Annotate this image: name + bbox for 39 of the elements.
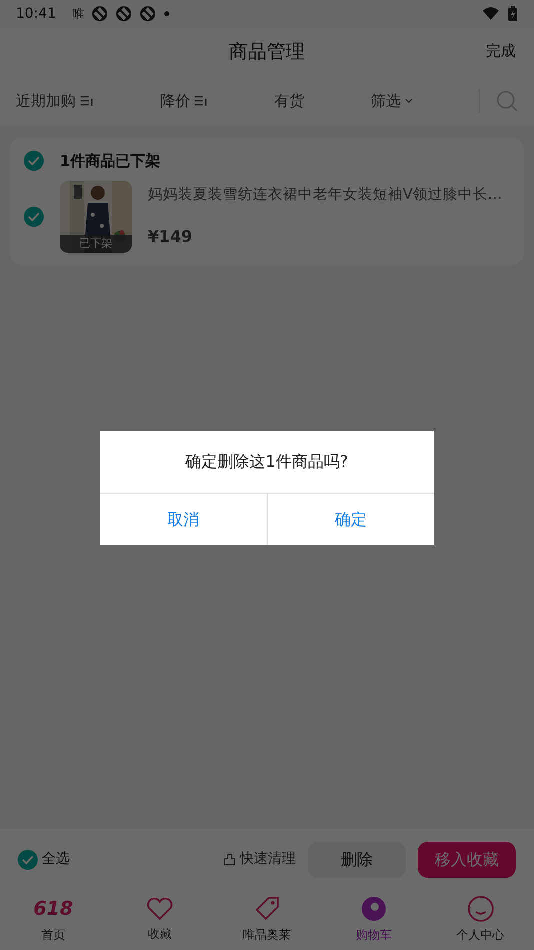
select-all-label: 全选 bbox=[42, 850, 70, 869]
search-icon[interactable] bbox=[496, 90, 518, 112]
sort-icon bbox=[80, 95, 94, 107]
status-time: 10:41 bbox=[16, 4, 56, 24]
app-icon bbox=[140, 6, 156, 22]
status-badge: 已下架 bbox=[60, 234, 132, 252]
app-icon bbox=[116, 6, 132, 22]
group-title: 1件商品已下架 bbox=[60, 151, 160, 172]
tab-item[interactable]: 个人中心 bbox=[427, 896, 534, 944]
done-link[interactable]: 完成 bbox=[486, 40, 516, 62]
tab-item[interactable]: 收藏 bbox=[106, 897, 214, 943]
checkbox[interactable] bbox=[18, 850, 38, 870]
page-title: 商品管理 bbox=[229, 40, 305, 65]
product-price: ¥149 bbox=[148, 226, 194, 248]
tab-item[interactable]: 购物车 bbox=[320, 896, 428, 944]
checkbox[interactable] bbox=[24, 151, 44, 172]
battery-icon bbox=[508, 6, 518, 22]
checkbox[interactable] bbox=[24, 206, 44, 226]
checkmark-icon bbox=[28, 212, 40, 222]
logo-text: 618 bbox=[34, 897, 74, 922]
checkmark-icon bbox=[28, 156, 40, 166]
delete-button[interactable]: 删除 bbox=[308, 842, 406, 878]
sort-icon bbox=[194, 95, 208, 107]
quick-clean-link[interactable]: 快速清理 bbox=[224, 849, 296, 870]
tab-item[interactable]: 唯品奥莱 bbox=[214, 896, 320, 944]
wifi-icon bbox=[482, 7, 500, 21]
filter-tab[interactable]: 近期加购 bbox=[16, 90, 94, 112]
notification-icon: 唯 bbox=[72, 5, 84, 23]
heart-icon bbox=[146, 897, 174, 921]
move-to-favorites-button[interactable]: 移入收藏 bbox=[418, 842, 516, 878]
filter-tab[interactable]: 筛选 bbox=[370, 90, 413, 112]
dot-icon bbox=[164, 11, 170, 17]
caret-icon bbox=[404, 98, 413, 104]
filter-tab[interactable]: 有货 bbox=[274, 90, 304, 112]
tab-item[interactable]: 618 首页 bbox=[0, 896, 107, 944]
app-icon bbox=[92, 6, 108, 22]
product-title: 妈妈装夏装雪纺连衣裙中老年女装短袖V领过膝中长… bbox=[148, 186, 502, 204]
checkmark-icon bbox=[22, 854, 34, 864]
filter-tab[interactable]: 降价 bbox=[160, 90, 208, 112]
